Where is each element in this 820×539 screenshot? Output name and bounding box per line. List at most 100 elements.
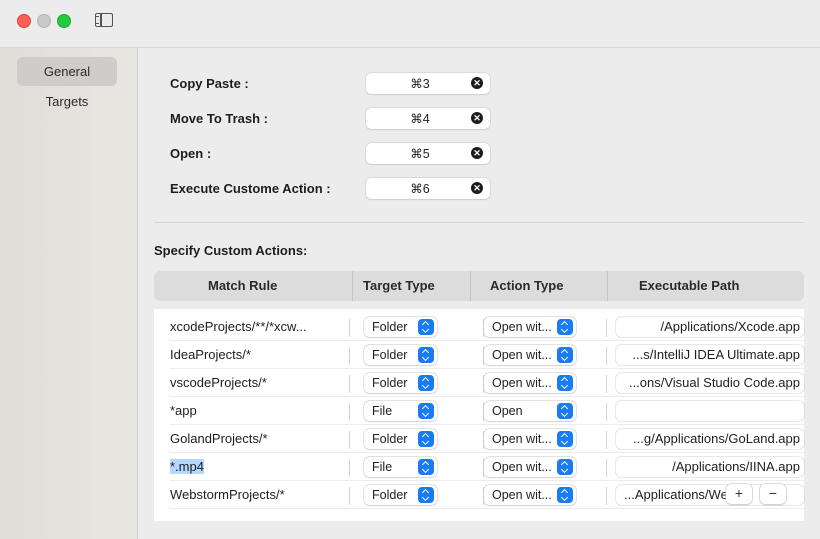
executable-path-field[interactable]: ...g/Applications/GoLand.app <box>616 429 804 449</box>
executable-path-field[interactable]: /Applications/Xcode.app <box>616 317 804 337</box>
table-row[interactable]: IdeaProjects/* Folder Open wit... ...s/Inte… <box>154 341 804 369</box>
minimize-window-button[interactable] <box>37 14 51 28</box>
action-type-popup[interactable]: Open wit... <box>484 485 576 505</box>
column-header-action-type[interactable]: Action Type <box>490 271 563 301</box>
sidebar-item-label: General <box>43 64 91 79</box>
hotkey-label-execute-custom-action: Execute Custome Action : <box>170 181 331 196</box>
target-type-popup[interactable]: Folder <box>364 429 437 449</box>
chevron-updown-icon <box>557 347 573 363</box>
table-row[interactable]: GolandProjects/* Folder Open wit... ...g/Ap… <box>154 425 804 453</box>
hotkey-value: ⌘4 <box>410 112 430 126</box>
chevron-updown-icon <box>418 459 434 475</box>
chevron-updown-icon <box>557 431 573 447</box>
hotkey-field-open[interactable]: ⌘5 ✕ <box>366 143 490 164</box>
sidebar-item-general[interactable]: General <box>17 57 117 86</box>
action-type-popup[interactable]: Open wit... <box>484 317 576 337</box>
column-separator[interactable] <box>352 271 353 301</box>
table-row[interactable]: *.mp4 File Open wit... /Applications/IINA.a… <box>154 453 804 481</box>
section-divider <box>154 222 804 223</box>
hotkey-field-copy-paste[interactable]: ⌘3 ✕ <box>366 73 490 94</box>
general-settings-panel: Copy Paste : ⌘3 ✕ Move To Trash : ⌘4 ✕ O… <box>138 48 820 539</box>
action-type-popup[interactable]: Open <box>484 401 576 421</box>
preferences-window: General Targets Copy Paste : ⌘3 ✕ Move T… <box>0 0 820 539</box>
target-type-value: Folder <box>372 432 408 446</box>
cell-separator <box>349 375 350 393</box>
table-row[interactable]: xcodeProjects/**/*xcw... Folder Open wit..… <box>154 313 804 341</box>
cell-separator <box>349 487 350 505</box>
hotkey-field-move-to-trash[interactable]: ⌘4 ✕ <box>366 108 490 129</box>
action-type-value: Open wit... <box>492 320 552 334</box>
column-separator[interactable] <box>470 271 471 301</box>
chevron-updown-icon <box>418 375 434 391</box>
match-rule-text: *.mp4 <box>170 459 204 474</box>
target-type-value: Folder <box>372 488 408 502</box>
sidebar: General Targets <box>0 48 138 539</box>
hotkey-value: ⌘6 <box>410 182 430 196</box>
cell-separator <box>606 403 607 421</box>
clear-icon[interactable]: ✕ <box>471 112 483 124</box>
table-row[interactable]: WebstormProjects/* Folder Open wit... ...Ap… <box>154 481 804 509</box>
sidebar-item-targets[interactable]: Targets <box>17 87 117 116</box>
close-window-button[interactable] <box>17 14 31 28</box>
target-type-popup[interactable]: Folder <box>364 317 437 337</box>
hotkey-field-execute-custom-action[interactable]: ⌘6 ✕ <box>366 178 490 199</box>
target-type-popup[interactable]: Folder <box>364 373 437 393</box>
cell-separator <box>606 319 607 337</box>
action-type-popup[interactable]: Open wit... <box>484 373 576 393</box>
zoom-window-button[interactable] <box>57 14 71 28</box>
match-rule-text: WebstormProjects/* <box>170 487 285 502</box>
add-rule-button[interactable]: + <box>726 484 752 504</box>
column-separator[interactable] <box>607 271 608 301</box>
table-row[interactable]: vscodeProjects/* Folder Open wit... ...ons/… <box>154 369 804 397</box>
column-header-match-rule[interactable]: Match Rule <box>208 271 277 301</box>
cell-separator <box>349 459 350 477</box>
hotkey-label-open: Open : <box>170 146 212 161</box>
cell-separator <box>349 347 350 365</box>
hotkey-label-copy-paste: Copy Paste : <box>170 76 249 91</box>
match-rule-cell[interactable]: xcodeProjects/**/*xcw... <box>170 319 340 334</box>
action-type-value: Open wit... <box>492 376 552 390</box>
match-rule-cell[interactable]: *app <box>170 403 340 418</box>
column-header-target-type[interactable]: Target Type <box>363 271 435 301</box>
match-rule-cell[interactable]: IdeaProjects/* <box>170 347 340 362</box>
column-header-executable-path[interactable]: Executable Path <box>639 271 739 301</box>
executable-path-text: ...Applications/We <box>624 487 728 502</box>
cell-separator <box>606 347 607 365</box>
target-type-popup[interactable]: Folder <box>364 345 437 365</box>
match-rule-text: IdeaProjects/* <box>170 347 251 362</box>
chevron-updown-icon <box>557 403 573 419</box>
clear-icon[interactable]: ✕ <box>471 182 483 194</box>
custom-actions-title: Specify Custom Actions: <box>154 243 308 258</box>
action-type-value: Open <box>492 404 523 418</box>
sidebar-toggle-icon[interactable] <box>95 13 113 27</box>
executable-path-field[interactable] <box>616 401 804 421</box>
executable-path-field[interactable]: ...ons/Visual Studio Code.app <box>616 373 804 393</box>
executable-path-field[interactable]: ...s/IntelliJ IDEA Ultimate.app <box>616 345 804 365</box>
chevron-updown-icon <box>418 431 434 447</box>
chevron-updown-icon <box>557 459 573 475</box>
clear-icon[interactable]: ✕ <box>471 77 483 89</box>
target-type-popup[interactable]: File <box>364 401 437 421</box>
action-type-popup[interactable]: Open wit... <box>484 457 576 477</box>
action-type-value: Open wit... <box>492 348 552 362</box>
match-rule-cell[interactable]: vscodeProjects/* <box>170 375 340 390</box>
chevron-updown-icon <box>557 375 573 391</box>
table-row[interactable]: *app File Open <box>154 397 804 425</box>
match-rule-cell[interactable]: GolandProjects/* <box>170 431 340 446</box>
chevron-updown-icon <box>557 487 573 503</box>
match-rule-cell[interactable]: WebstormProjects/* <box>170 487 340 502</box>
executable-path-field[interactable]: /Applications/IINA.app <box>616 457 804 477</box>
clear-icon[interactable]: ✕ <box>471 147 483 159</box>
chevron-updown-icon <box>418 347 434 363</box>
match-rule-text: *app <box>170 403 197 418</box>
target-type-popup[interactable]: Folder <box>364 485 437 505</box>
target-type-popup[interactable]: File <box>364 457 437 477</box>
hotkey-value: ⌘5 <box>410 147 430 161</box>
executable-path-text: ...ons/Visual Studio Code.app <box>628 375 800 390</box>
action-type-popup[interactable]: Open wit... <box>484 429 576 449</box>
remove-rule-button[interactable]: − <box>760 484 786 504</box>
action-type-popup[interactable]: Open wit... <box>484 345 576 365</box>
match-rule-cell[interactable]: *.mp4 <box>170 459 340 474</box>
match-rule-text: GolandProjects/* <box>170 431 268 446</box>
chevron-updown-icon <box>418 487 434 503</box>
